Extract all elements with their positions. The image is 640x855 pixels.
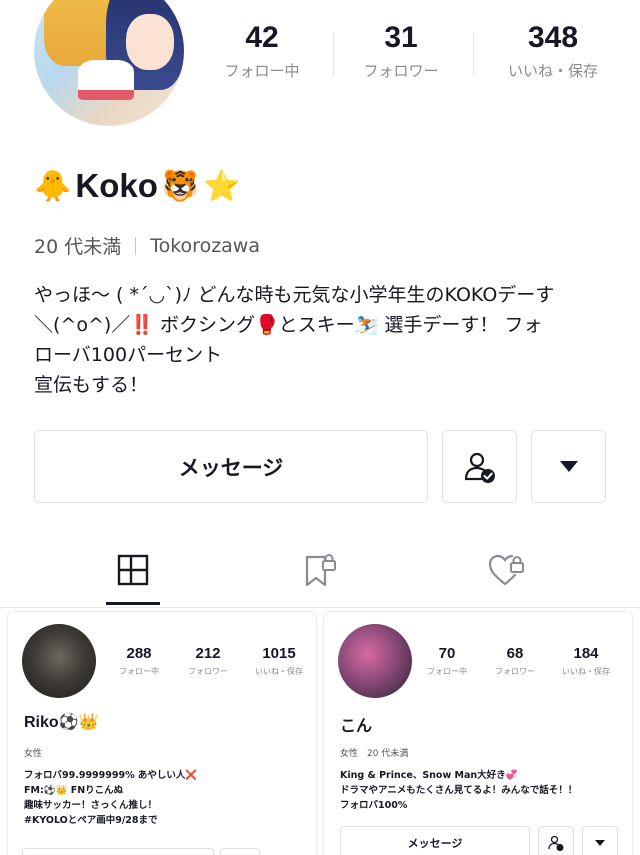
suggested-stat-label: フォロー中 (119, 667, 159, 676)
suggested-user-card[interactable]: 288 フォロー中 212 フォロワー 1015 いいね・保存 Riko⚽️👑 … (8, 612, 316, 855)
suggested-stat-value: 184 (573, 645, 599, 662)
meta-divider (135, 236, 137, 255)
stat-divider (473, 32, 474, 76)
stat-followers-value: 31 (384, 21, 418, 54)
suggested-stat-followers: 68 フォロワー (480, 644, 550, 677)
following-button[interactable] (442, 430, 517, 503)
stat-following-value: 42 (245, 21, 279, 54)
dropdown-triangle-icon (595, 840, 605, 846)
heart-lock-icon (488, 554, 524, 586)
stat-likes[interactable]: 348 いいね・保存 (483, 18, 623, 81)
suggested-stat-value: 68 (506, 645, 524, 662)
bio-line: #KYOLOとペア画中9/28まで (24, 815, 158, 826)
suggested-user-name: Riko⚽️👑 (24, 714, 99, 731)
dropdown-triangle-icon (559, 461, 578, 472)
suggested-follow-button[interactable] (220, 848, 260, 855)
profile-tabs (0, 540, 640, 608)
bio-line: King & Prince、Snow Man大好き💞 (340, 770, 518, 781)
suggested-user-meta: 女性 (24, 749, 43, 759)
suggested-stat-value: 288 (126, 645, 152, 662)
profile-name: 🐥 Koko 🐯 ⭐ (34, 162, 241, 210)
tab-posts[interactable] (93, 540, 173, 600)
tab-liked[interactable] (467, 540, 547, 600)
suggested-message-button[interactable]: メッセージ (340, 826, 530, 855)
stat-following-label: フォロー中 (224, 62, 300, 80)
profile-avatar[interactable] (34, 0, 184, 126)
bio-line: ＼(^o^)／‼️ ボクシング🥊とスキー⛷️ 選手デーす！ フォ (34, 314, 543, 336)
suggested-user-bio: フォロバ99.9999999% あやしい人❌ FM:⚽️👑 FNりこんぬ 趣味サ… (24, 768, 310, 828)
profile-stats: 42 フォロー中 31 フォロワー 348 いいね・保存 (190, 18, 640, 92)
suggested-stat-value: 212 (195, 645, 221, 662)
suggested-stat-value: 70 (438, 645, 456, 662)
suggested-stat-following: 70 フォロー中 (412, 644, 482, 677)
suggested-stat-label: いいね・保存 (562, 667, 610, 676)
tab-saved[interactable] (280, 540, 360, 600)
stat-followers-label: フォロワー (363, 62, 439, 80)
suggested-more-button[interactable] (582, 826, 618, 855)
suggested-stat-likes: 184 いいね・保存 (551, 644, 621, 677)
person-check-icon (548, 835, 564, 851)
suggested-user-avatar[interactable] (338, 624, 412, 698)
bio-line: FM:⚽️👑 FNりこんぬ (24, 785, 124, 796)
bio-line: やっほ〜 ( *´◡`)ﾉ どんな時も元気な小学年生のKOKOデーす (34, 284, 555, 306)
tiger-emoji: 🐯 (161, 168, 200, 204)
suggested-user-bio: King & Prince、Snow Man大好き💞 ドラマやアニメもたくさん見… (340, 768, 626, 813)
suggested-user-card[interactable]: 70 フォロー中 68 フォロワー 184 いいね・保存 こん 女性 20 代未… (324, 612, 632, 855)
suggested-user-name: こん (340, 718, 373, 735)
bio-line: 宣伝もする！ (34, 374, 149, 396)
more-dropdown-button[interactable] (531, 430, 606, 503)
profile-meta: 20 代未満 Tokorozawa (34, 232, 260, 259)
suggested-stat-label: フォロワー (495, 667, 535, 676)
suggested-message-button[interactable] (22, 848, 214, 855)
profile-name-text: Koko (75, 167, 158, 204)
stat-following[interactable]: 42 フォロー中 (192, 18, 332, 81)
stat-likes-value: 348 (527, 21, 579, 54)
profile-age: 20 代未満 (34, 236, 122, 258)
bio-line: ドラマやアニメもたくさん見てるよ！みんなで話そ！！ (340, 785, 578, 796)
message-button[interactable]: メッセージ (34, 430, 428, 503)
stat-likes-label: いいね・保存 (507, 62, 598, 80)
bio-line: フォロバ100% (340, 800, 408, 811)
bookmark-lock-icon (305, 554, 336, 587)
profile-location: Tokorozawa (150, 234, 260, 257)
suggested-follow-button[interactable] (538, 826, 574, 855)
person-check-icon (464, 452, 495, 483)
suggested-stat-following: 288 フォロー中 (104, 644, 174, 677)
suggested-stat-followers: 212 フォロワー (173, 644, 243, 677)
profile-bio: やっほ〜 ( *´◡`)ﾉ どんな時も元気な小学年生のKOKOデーす ＼(^o^… (34, 280, 614, 400)
active-tab-indicator (106, 602, 160, 605)
bio-line: 趣味サッカー！さっくん推し！ (24, 800, 158, 811)
suggested-stat-label: フォロー中 (427, 667, 467, 676)
suggested-user-avatar[interactable] (22, 624, 96, 698)
star-emoji: ⭐ (203, 168, 241, 204)
bio-line: ローバ100パーセント (34, 344, 223, 366)
avatar-face (126, 14, 174, 70)
avatar-cake (78, 60, 134, 100)
suggested-stat-label: フォロワー (188, 667, 228, 676)
grid-icon (117, 554, 149, 586)
suggested-stat-label: いいね・保存 (255, 667, 303, 676)
suggested-stat-value: 1015 (262, 645, 296, 662)
suggested-user-meta: 女性 20 代未満 (340, 749, 409, 759)
chick-emoji: 🐥 (34, 168, 72, 204)
avatar-figure-left (44, 0, 114, 66)
stat-followers[interactable]: 31 フォロワー (331, 18, 471, 81)
suggested-stat-likes: 1015 いいね・保存 (244, 644, 314, 677)
bio-line: フォロバ99.9999999% あやしい人❌ (24, 770, 198, 781)
